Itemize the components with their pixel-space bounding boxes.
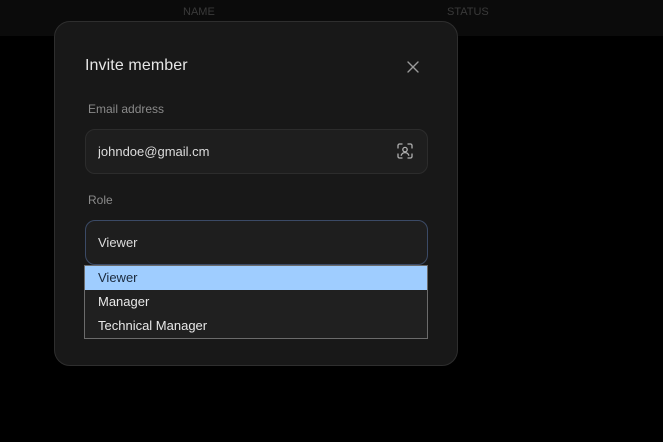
contact-scan-icon[interactable] <box>396 142 414 160</box>
close-icon <box>407 61 419 73</box>
modal-title: Invite member <box>85 57 188 74</box>
role-select-value: Viewer <box>98 235 138 250</box>
email-label: Email address <box>88 102 165 116</box>
role-select[interactable]: Viewer <box>85 220 428 265</box>
email-field-container <box>85 129 428 174</box>
close-button[interactable] <box>401 55 425 79</box>
column-header-name: NAME <box>183 6 215 18</box>
role-option-manager[interactable]: Manager <box>85 290 427 314</box>
email-input[interactable] <box>98 144 388 159</box>
column-header-status: STATUS <box>447 6 489 18</box>
role-dropdown-list: Viewer Manager Technical Manager <box>84 265 428 339</box>
role-option-viewer[interactable]: Viewer <box>85 266 427 290</box>
page: NAME STATUS Invite member Email address … <box>0 0 663 442</box>
role-label: Role <box>88 193 113 207</box>
role-option-technical-manager[interactable]: Technical Manager <box>85 314 427 338</box>
